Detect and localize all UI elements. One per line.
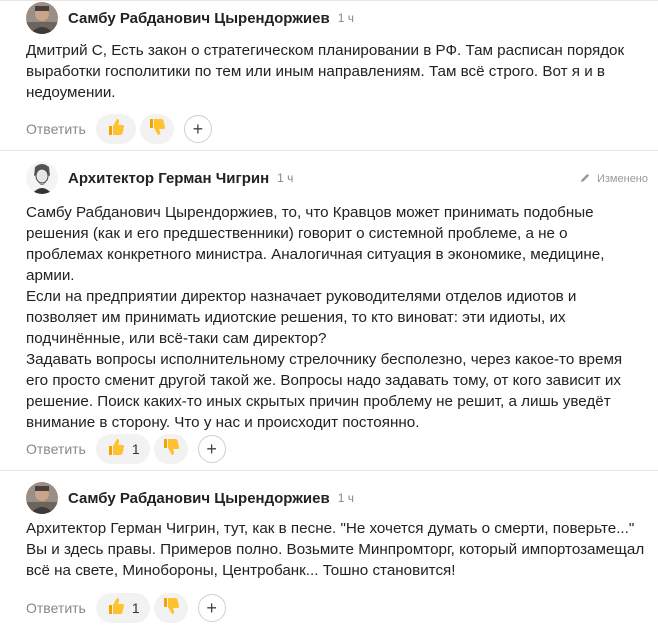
thumbs-down-icon [161, 437, 181, 462]
like-button[interactable]: 1 [95, 434, 150, 464]
avatar[interactable] [26, 2, 58, 34]
edited-text: Изменено [596, 173, 648, 185]
comment-time: 1 ч [337, 491, 354, 505]
reply-button[interactable]: Ответить [26, 441, 86, 457]
author-name[interactable]: Самбу Рабданович Цырендоржиев [68, 490, 330, 507]
comment-time: 1 ч [337, 11, 354, 25]
comment: Архитектор Герман Чигрин 1 ч Изменено Са… [0, 150, 658, 470]
comment-text: Архитектор Герман Чигрин, тут, как в пес… [26, 520, 645, 579]
comment-actions: Ответить 1 + [26, 592, 226, 624]
thumbs-up-icon [106, 596, 126, 621]
like-count: 1 [131, 441, 140, 457]
dislike-button[interactable] [153, 434, 188, 464]
thumbs-down-icon [147, 117, 167, 142]
like-button[interactable] [95, 114, 136, 144]
plus-icon: + [206, 597, 217, 618]
author-name[interactable]: Архитектор Герман Чигрин [68, 170, 269, 187]
add-reaction-button[interactable]: + [183, 115, 212, 143]
comment-header: Архитектор Герман Чигрин 1 ч [26, 162, 293, 194]
avatar[interactable] [26, 482, 58, 514]
add-reaction-button[interactable]: + [197, 435, 226, 463]
avatar[interactable] [26, 162, 58, 194]
comment: Самбу Рабданович Цырендоржиев 1 ч Дмитри… [0, 0, 658, 150]
author-name[interactable]: Самбу Рабданович Цырендоржиев [68, 10, 330, 27]
thumbs-up-icon [106, 117, 126, 142]
edited-label: Изменено [580, 172, 648, 186]
thumbs-down-icon [161, 596, 181, 621]
comment-header: Самбу Рабданович Цырендоржиев 1 ч [26, 482, 354, 514]
add-reaction-button[interactable]: + [197, 594, 226, 622]
plus-icon: + [206, 438, 217, 459]
reply-button[interactable]: Ответить [26, 600, 86, 616]
like-button[interactable]: 1 [95, 593, 150, 623]
comment-text: Самбу Рабданович Цырендоржиев, то, что К… [26, 204, 623, 431]
thumbs-up-icon [106, 437, 126, 462]
pencil-icon [580, 172, 591, 186]
comment-actions: Ответить + [26, 113, 212, 145]
dislike-button[interactable] [139, 114, 174, 144]
plus-icon: + [192, 118, 204, 139]
dislike-button[interactable] [153, 593, 188, 623]
comment-text: Дмитрий С, Есть закон о стратегическом п… [26, 42, 625, 101]
like-count: 1 [131, 600, 140, 616]
reply-button[interactable]: Ответить [26, 121, 86, 137]
comment-actions: Ответить 1 + [26, 433, 226, 465]
comment: Самбу Рабданович Цырендоржиев 1 ч Архите… [0, 470, 658, 639]
comment-header: Самбу Рабданович Цырендоржиев 1 ч [26, 2, 354, 34]
comment-time: 1 ч [277, 171, 294, 185]
